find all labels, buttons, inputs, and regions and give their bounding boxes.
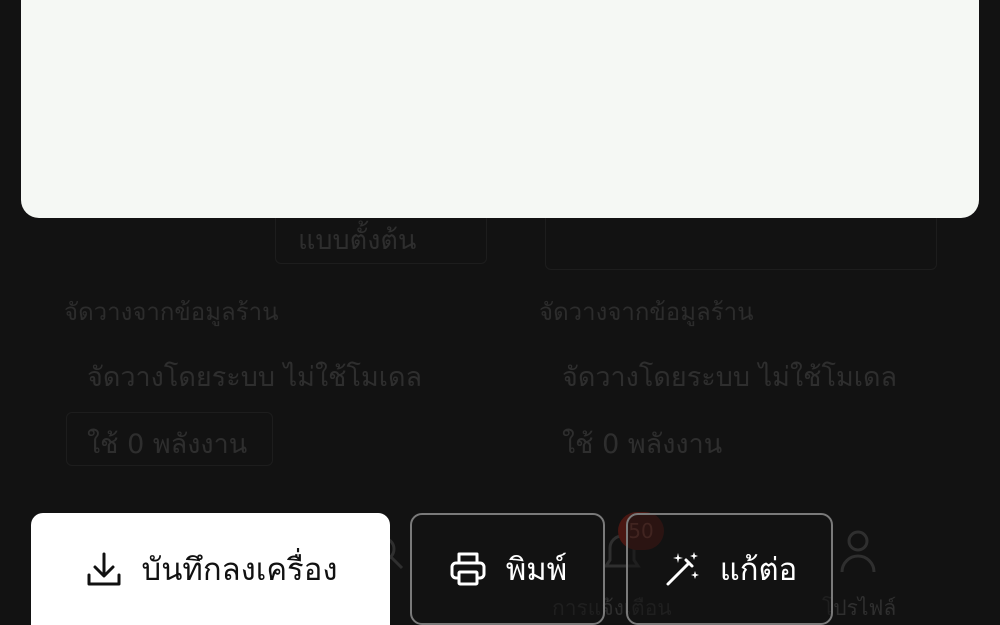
left-method-label: จัดวางโดยระบบ ไม่ใช้โมเดล xyxy=(87,362,423,393)
layout-style-label: แบบตั้งต้น xyxy=(298,225,417,256)
print-button-label: พิมพ์ xyxy=(505,552,568,588)
edit-button-label: แก้ต่อ xyxy=(719,552,798,588)
preview-card xyxy=(21,0,979,218)
right-method-label: จัดวางโดยระบบ ไม่ใช้โมเดล xyxy=(562,362,898,393)
right-energy-label: ใช้ 0 พลังงาน xyxy=(562,429,723,460)
profile-icon xyxy=(840,530,876,573)
left-energy-label: ใช้ 0 พลังงาน xyxy=(87,429,248,460)
right-source-label: จัดวางจากข้อมูลร้าน xyxy=(539,298,754,326)
print-button[interactable]: พิมพ์ xyxy=(410,513,605,625)
download-icon xyxy=(87,552,121,586)
save-to-device-button[interactable]: บันทึกลงเครื่อง xyxy=(31,513,390,625)
left-source-label: จัดวางจากข้อมูลร้าน xyxy=(64,298,279,326)
save-button-label: บันทึกลงเครื่อง xyxy=(141,552,338,588)
nav-profile-label: โปรไฟล์ xyxy=(822,596,897,620)
magic-wand-icon xyxy=(666,552,699,586)
printer-icon xyxy=(450,552,486,586)
continue-edit-button[interactable]: แก้ต่อ xyxy=(626,513,833,625)
